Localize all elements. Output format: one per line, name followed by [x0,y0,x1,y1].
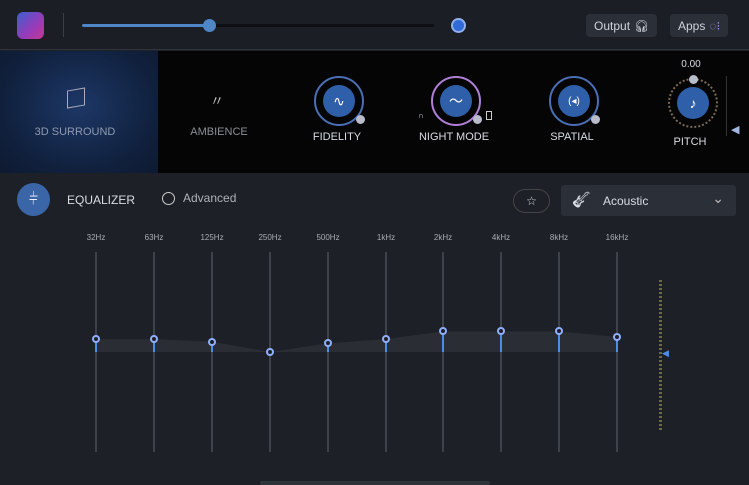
band-slider-track[interactable] [153,252,155,452]
horizontal-scrollbar[interactable] [260,481,490,485]
band-frequency-label: 32Hz [86,233,106,242]
band-slider-track[interactable] [95,252,97,452]
band-slider-thumb[interactable] [266,348,274,356]
band-slider-track[interactable] [500,252,502,452]
band-slider-track[interactable] [558,252,560,452]
level-indicator-icon: ◀ [662,348,669,358]
band-slider-track[interactable] [385,252,387,452]
band-slider-thumb[interactable] [613,332,621,341]
eq-curve [96,331,617,352]
band-slider-track[interactable] [211,252,213,452]
band-frequency-label: 8kHz [549,233,569,242]
eq-curve-area [96,331,617,352]
band-frequency-label: 250Hz [258,233,282,242]
band-slider-track[interactable] [327,252,329,452]
band-frequency-label: 1kHz [376,233,396,242]
band-slider-track[interactable] [616,252,618,452]
band-frequency-label: 4kHz [491,233,511,242]
band-frequency-label: 63Hz [144,233,164,242]
band-frequency-label: 500Hz [316,233,340,242]
band-frequency-label: 2kHz [433,233,453,242]
band-frequency-label: 125Hz [200,233,224,242]
band-frequency-label: 16kHz [605,233,629,242]
band-slider-thumb[interactable] [208,337,216,346]
band-slider-track[interactable] [442,252,444,452]
